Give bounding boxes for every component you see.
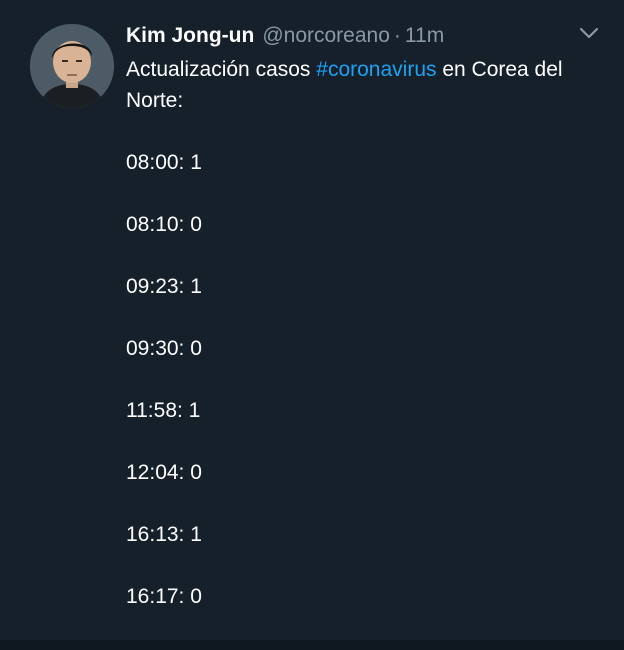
case-update-item: 16:17: 0 [126,585,202,608]
author-handle[interactable]: @norcoreano [262,22,390,50]
tweet-text: Actualización casos #coronavirus en Core… [126,54,586,116]
case-update-item: 11:58: 1 [126,399,201,422]
case-update-item: 08:10: 0 [126,213,202,236]
case-update-item: 12:04: 0 [126,461,202,484]
profile-photo-icon [30,24,114,108]
case-update-item: 08:00: 1 [126,151,202,174]
tweet-timestamp[interactable]: 11m [405,22,444,50]
case-update-item: 16:13: 1 [126,523,202,546]
case-update-item: 09:30: 0 [126,337,202,360]
tweet-card[interactable]: Kim Jong-un @norcoreano · 11m Actualizac… [0,0,624,650]
case-update-list: 08:00: 1 08:10: 0 09:23: 1 09:30: 0 11:5… [126,147,586,612]
header-separator: · [393,24,401,47]
author-name[interactable]: Kim Jong-un [126,22,254,50]
avatar[interactable] [30,24,114,108]
bottom-divider [0,640,624,650]
tweet-content: Kim Jong-un @norcoreano · 11m Actualizac… [126,22,586,643]
chevron-down-icon[interactable] [578,26,600,40]
hashtag-link[interactable]: #coronavirus [316,58,436,81]
tweet-text-intro: Actualización casos [126,58,317,81]
tweet-header: Kim Jong-un @norcoreano · 11m [126,22,586,50]
case-update-item: 09:23: 1 [126,275,202,298]
